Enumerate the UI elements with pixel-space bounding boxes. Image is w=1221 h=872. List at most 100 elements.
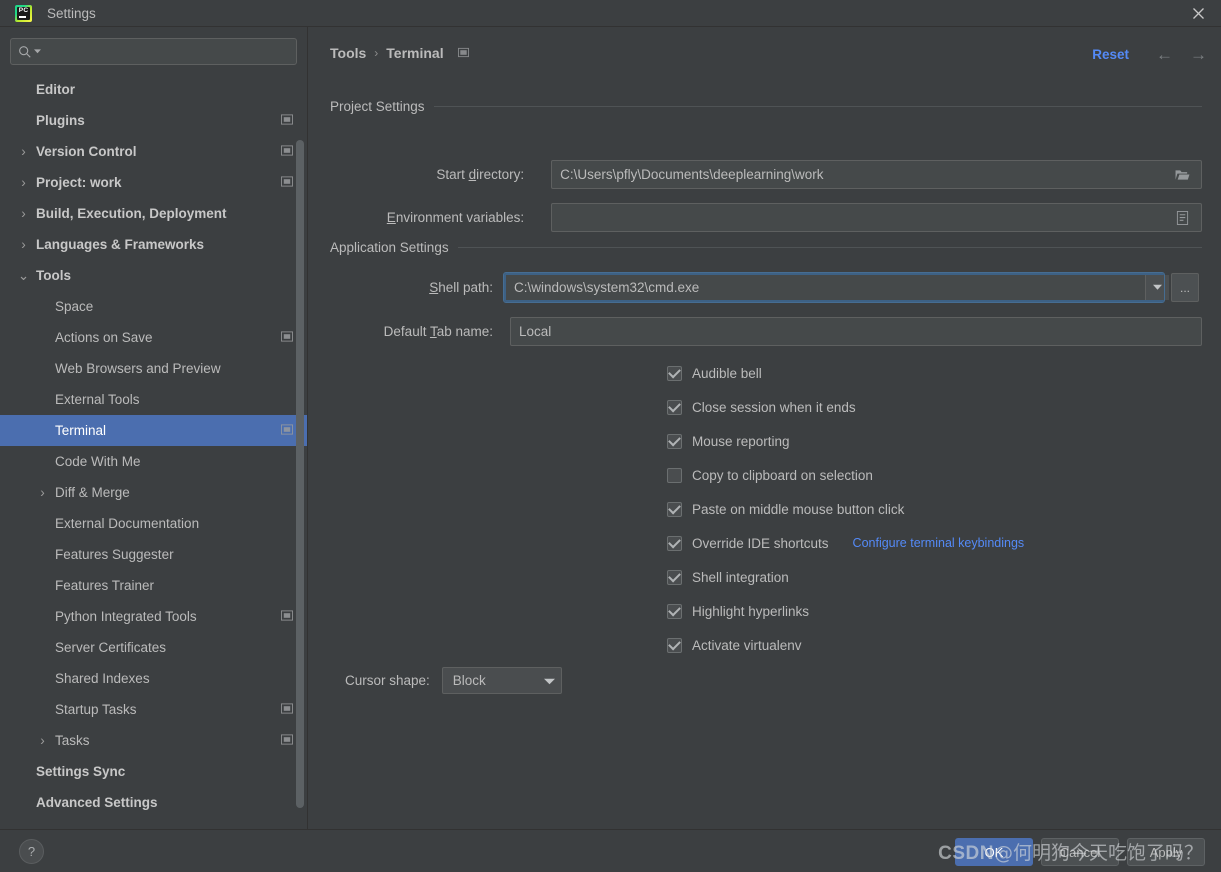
breadcrumb-root[interactable]: Tools xyxy=(330,45,366,61)
chevron-right-icon[interactable]: › xyxy=(17,237,30,252)
search-input[interactable] xyxy=(45,44,289,59)
sidebar-item-shared-indexes[interactable]: Shared Indexes xyxy=(0,663,307,694)
sidebar-item-external-tools[interactable]: External Tools xyxy=(0,384,307,415)
sidebar-item-advanced-settings[interactable]: Advanced Settings xyxy=(0,787,307,818)
chevron-right-icon[interactable]: › xyxy=(36,733,49,748)
sidebar-item-features-trainer[interactable]: Features Trainer xyxy=(0,570,307,601)
settings-sync-badge-icon[interactable] xyxy=(281,609,293,624)
sidebar-item-features-suggester[interactable]: Features Suggester xyxy=(0,539,307,570)
settings-sync-badge-icon[interactable] xyxy=(281,144,293,159)
sidebar-item-label: Python Integrated Tools xyxy=(55,609,197,624)
back-arrow-icon[interactable]: ← xyxy=(1156,45,1173,65)
checkbox-label: Close session when it ends xyxy=(692,399,856,415)
checkbox-icon[interactable] xyxy=(667,603,682,619)
settings-sync-badge-icon[interactable] xyxy=(281,733,293,748)
folder-icon[interactable] xyxy=(1171,168,1193,181)
help-button[interactable]: ? xyxy=(19,839,44,864)
sidebar-item-startup-tasks[interactable]: Startup Tasks xyxy=(0,694,307,725)
sidebar-item-server-certificates[interactable]: Server Certificates xyxy=(0,632,307,663)
checkbox-row-highlight-hyperlinks[interactable]: Highlight hyperlinks xyxy=(667,601,809,621)
sidebar-item-settings-sync[interactable]: Settings Sync xyxy=(0,756,307,787)
default-tab-name-field[interactable]: Local xyxy=(510,317,1202,346)
list-editor-icon[interactable] xyxy=(1171,210,1193,225)
sidebar-item-space[interactable]: Space xyxy=(0,291,307,322)
search-box[interactable] xyxy=(10,38,297,65)
configure-terminal-keybindings-link[interactable]: Configure terminal keybindings xyxy=(853,536,1025,550)
section-divider-2 xyxy=(457,247,1202,248)
chevron-right-icon[interactable]: › xyxy=(17,175,30,190)
default-tab-name-value: Local xyxy=(519,324,552,339)
apply-button[interactable]: Apply xyxy=(1127,838,1205,866)
settings-sync-badge-icon[interactable] xyxy=(281,423,293,438)
sidebar-item-plugins[interactable]: Plugins xyxy=(0,105,307,136)
pycharm-logo-icon: PC xyxy=(15,4,32,22)
section-divider xyxy=(433,106,1202,107)
shell-path-combobox[interactable]: C:\windows\system32\cmd.exe xyxy=(503,272,1169,303)
sidebar-item-version-control[interactable]: › Version Control xyxy=(0,136,307,167)
sidebar-item-tools[interactable]: ⌄ Tools xyxy=(0,260,307,291)
sidebar-item-languages-frameworks[interactable]: › Languages & Frameworks xyxy=(0,229,307,260)
settings-main-panel: Tools › Terminal Reset ← → Project Setti… xyxy=(309,27,1221,829)
checkbox-row-close-session-when-it-ends[interactable]: Close session when it ends xyxy=(667,397,856,417)
checkbox-label: Highlight hyperlinks xyxy=(692,603,810,619)
sidebar-item-project-work[interactable]: › Project: work xyxy=(0,167,307,198)
chevron-right-icon[interactable]: › xyxy=(17,144,30,159)
checkbox-row-activate-virtualenv[interactable]: Activate virtualenv xyxy=(667,635,802,655)
forward-arrow-icon[interactable]: → xyxy=(1190,45,1207,65)
checkbox-icon[interactable] xyxy=(667,399,682,415)
checkbox-label: Shell integration xyxy=(692,569,789,585)
settings-sync-badge-icon[interactable] xyxy=(281,113,293,128)
chevron-down-icon[interactable]: ⌄ xyxy=(17,268,30,283)
checkbox-row-copy-to-clipboard-on-selection[interactable]: Copy to clipboard on selection xyxy=(667,465,873,485)
sidebar-item-editor[interactable]: Editor xyxy=(0,74,307,105)
sidebar-item-label: Web Browsers and Preview xyxy=(55,361,221,376)
checkbox-icon[interactable] xyxy=(667,569,682,585)
settings-sidebar: Editor Plugins › Version Control › Project: w… xyxy=(0,27,308,829)
sidebar-item-web-browsers-and-preview[interactable]: Web Browsers and Preview xyxy=(0,353,307,384)
chevron-right-icon[interactable]: › xyxy=(36,485,49,500)
sidebar-item-build-execution-deployment[interactable]: › Build, Execution, Deployment xyxy=(0,198,307,229)
ok-button[interactable]: OK xyxy=(955,838,1033,866)
checkbox-icon[interactable] xyxy=(667,637,682,653)
sidebar-item-label: Space xyxy=(55,299,94,314)
start-directory-field[interactable]: C:\Users\pfly\Documents\deeplearning\wor… xyxy=(551,160,1202,189)
settings-sync-badge-icon[interactable] xyxy=(281,175,293,190)
checkbox-icon[interactable] xyxy=(667,501,682,517)
chevron-right-icon[interactable]: › xyxy=(17,206,30,221)
close-icon[interactable] xyxy=(1176,0,1221,27)
checkbox-icon[interactable] xyxy=(667,467,682,483)
sidebar-item-actions-on-save[interactable]: Actions on Save xyxy=(0,322,307,353)
checkbox-icon[interactable] xyxy=(667,365,682,381)
settings-sync-badge-icon[interactable] xyxy=(457,45,469,61)
checkbox-row-override-ide-shortcuts[interactable]: Override IDE shortcuts Configure terminal… xyxy=(667,533,1024,553)
cancel-button[interactable]: Cancel xyxy=(1041,838,1119,866)
sidebar-item-code-with-me[interactable]: Code With Me xyxy=(0,446,307,477)
sidebar-item-terminal[interactable]: Terminal xyxy=(0,415,307,446)
checkbox-label: Mouse reporting xyxy=(692,433,790,449)
cursor-shape-dropdown[interactable]: Block xyxy=(441,667,562,694)
checkbox-row-shell-integration[interactable]: Shell integration xyxy=(667,567,789,587)
settings-sync-badge-icon[interactable] xyxy=(281,330,293,345)
sidebar-item-python-integrated-tools[interactable]: Python Integrated Tools xyxy=(0,601,307,632)
shell-path-row: Shell path: C:\windows\system32\cmd.exe … xyxy=(330,272,1199,303)
sidebar-item-tasks[interactable]: › Tasks xyxy=(0,725,307,756)
checkbox-label: Activate virtualenv xyxy=(692,637,802,653)
sidebar-item-external-documentation[interactable]: External Documentation xyxy=(0,508,307,539)
checkbox-row-paste-on-middle-mouse-button-click[interactable]: Paste on middle mouse button click xyxy=(667,499,904,519)
search-icon xyxy=(19,45,31,58)
checkbox-icon[interactable] xyxy=(667,433,682,449)
chevron-down-icon[interactable] xyxy=(1145,275,1169,300)
reset-button[interactable]: Reset xyxy=(1092,47,1129,62)
environment-variables-field[interactable] xyxy=(551,203,1202,232)
sidebar-scrollbar[interactable] xyxy=(296,140,304,808)
application-settings-title: Application Settings xyxy=(330,240,449,255)
sidebar-item-diff-merge[interactable]: › Diff & Merge xyxy=(0,477,307,508)
checkbox-row-mouse-reporting[interactable]: Mouse reporting xyxy=(667,431,790,451)
window-title: Settings xyxy=(47,5,96,21)
shell-path-browse-button[interactable]: ... xyxy=(1171,273,1199,302)
checkbox-row-audible-bell[interactable]: Audible bell xyxy=(667,363,762,383)
checkbox-icon[interactable] xyxy=(667,535,682,551)
sidebar-item-label: Features Trainer xyxy=(55,578,155,593)
sidebar-item-label: Plugins xyxy=(36,113,85,128)
settings-sync-badge-icon[interactable] xyxy=(281,702,293,717)
